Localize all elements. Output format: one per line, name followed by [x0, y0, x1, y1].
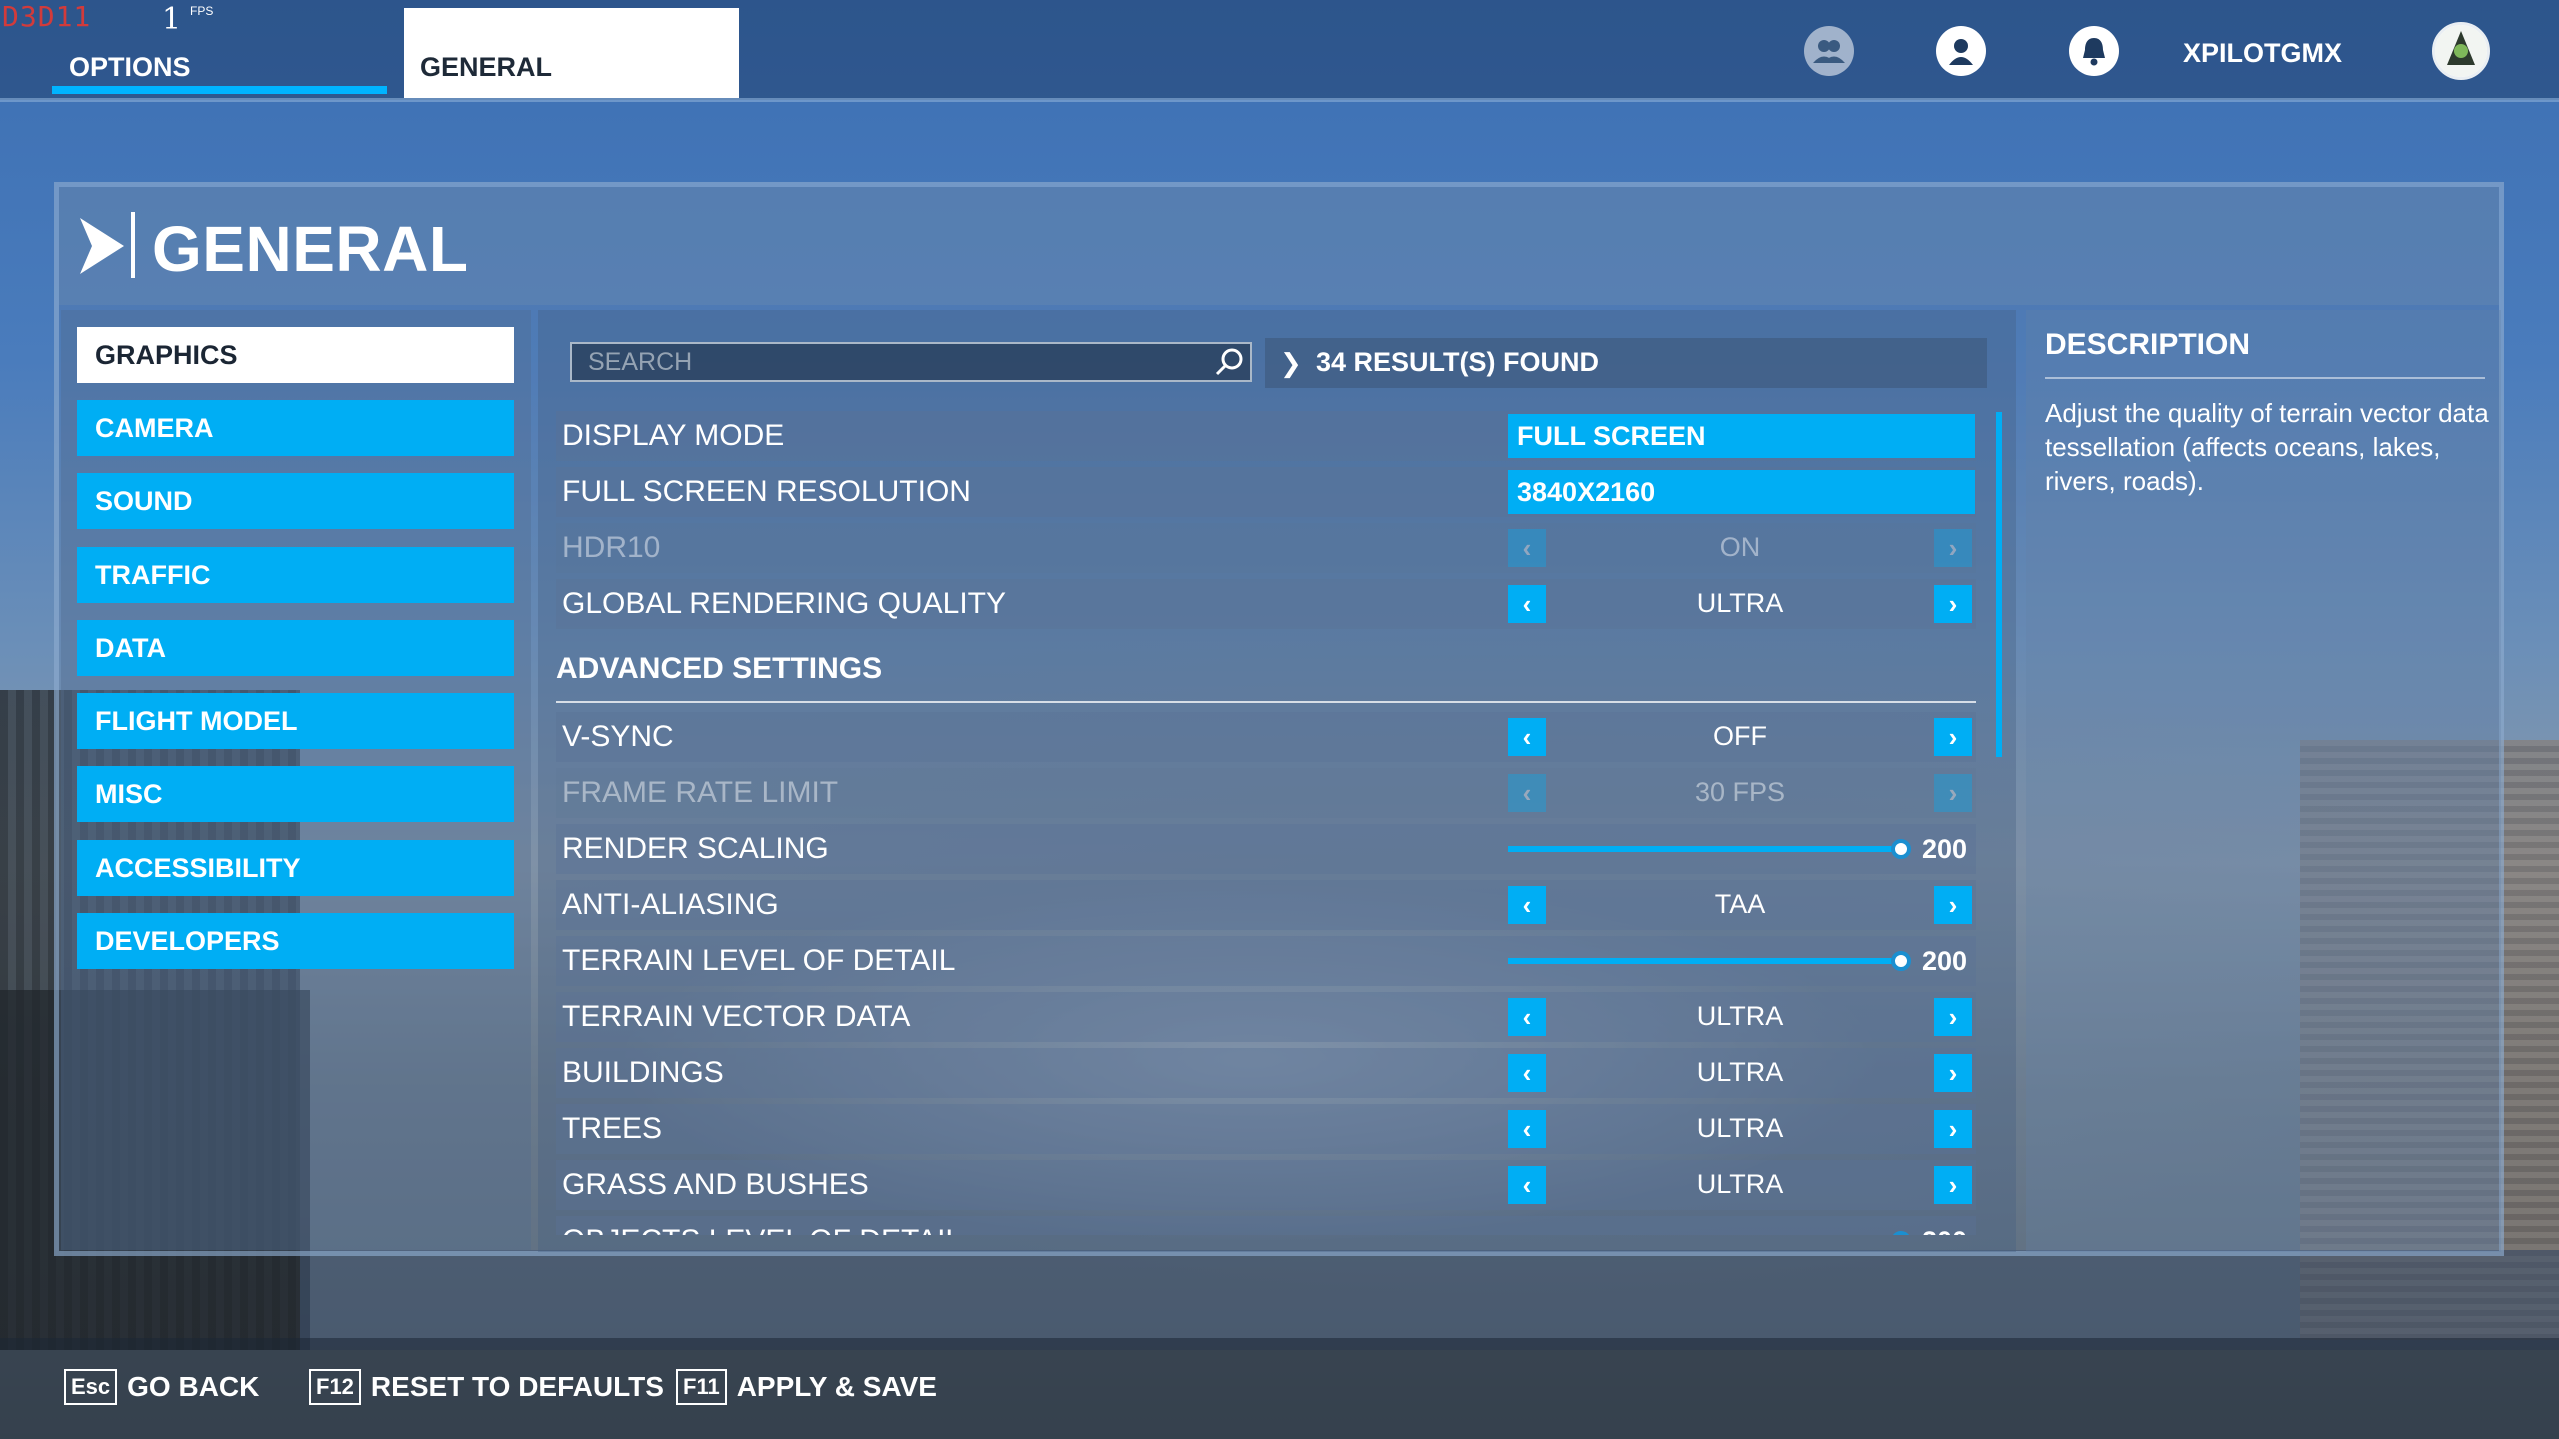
- section-title-advanced: ADVANCED SETTINGS: [556, 652, 883, 685]
- setting-label-frame-rate-limit: FRAME RATE LIMIT: [562, 776, 839, 809]
- setting-label-resolution: FULL SCREEN RESOLUTION: [562, 475, 971, 508]
- bell-icon: [2083, 38, 2105, 66]
- category-flight-model[interactable]: FLIGHT MODEL: [77, 693, 514, 749]
- anti-aliasing-value: TAA: [1714, 889, 1766, 919]
- setting-label-vsync: V-SYNC: [562, 720, 674, 753]
- settings-scroll-area[interactable]: DISPLAY MODE FULL SCREEN FULL SCREEN RES…: [538, 310, 2016, 1235]
- tab-options[interactable]: OPTIONS: [52, 10, 387, 96]
- setting-label-anti-aliasing: ANTI-ALIASING: [562, 888, 779, 921]
- frame-rate-value: 30 FPS: [1694, 777, 1786, 807]
- description-title: DESCRIPTION: [2045, 328, 2251, 361]
- top-bar-divider: [0, 98, 2559, 102]
- category-misc[interactable]: MISC: [77, 766, 514, 822]
- setting-label-objects-lod: OBJECTS LEVEL OF DETAIL: [562, 1224, 962, 1235]
- esc-key-icon: Esc: [64, 1369, 118, 1405]
- tab-options-underline: [52, 86, 387, 94]
- trees-value: ULTRA: [1696, 1113, 1784, 1143]
- category-data[interactable]: DATA: [77, 620, 514, 676]
- setting-label-terrain-lod: TERRAIN LEVEL OF DETAIL: [562, 944, 956, 977]
- terrain-lod-value: 200: [1922, 946, 1968, 976]
- username[interactable]: XPILOTGMX: [2183, 38, 2342, 69]
- display-mode-dropdown[interactable]: FULL SCREEN: [1508, 414, 1975, 458]
- buildings-prev-button[interactable]: ‹: [1508, 1054, 1546, 1092]
- section-divider: [556, 701, 1976, 703]
- category-accessibility[interactable]: ACCESSIBILITY: [77, 840, 514, 896]
- category-traffic[interactable]: TRAFFIC: [77, 547, 514, 603]
- category-sound[interactable]: SOUND: [77, 473, 514, 529]
- terrain-vector-prev-button[interactable]: ‹: [1508, 998, 1546, 1036]
- category-camera[interactable]: CAMERA: [77, 400, 514, 456]
- terrain-vector-next-button[interactable]: ›: [1934, 998, 1972, 1036]
- category-graphics[interactable]: GRAPHICS: [77, 327, 514, 383]
- avatar-image: [2435, 25, 2487, 77]
- terrain-vector-value: ULTRA: [1696, 1001, 1784, 1031]
- background-water: [300, 1250, 2559, 1350]
- terrain-lod-slider-handle[interactable]: [1891, 951, 1911, 971]
- vsync-prev-button[interactable]: ‹: [1508, 718, 1546, 756]
- render-scaling-value: 200: [1922, 834, 1968, 864]
- trees-prev-button[interactable]: ‹: [1508, 1110, 1546, 1148]
- terrain-lod-slider[interactable]: [1508, 958, 1898, 964]
- setting-label-trees: TREES: [562, 1112, 663, 1145]
- hdr10-next-button: ›: [1934, 529, 1972, 567]
- render-scaling-slider[interactable]: [1508, 846, 1898, 852]
- grass-value: ULTRA: [1696, 1169, 1784, 1199]
- description-text: Adjust the quality of terrain vector dat…: [2045, 398, 2489, 496]
- setting-label-render-scaling: RENDER SCALING: [562, 832, 829, 865]
- avatar[interactable]: [2432, 22, 2490, 80]
- reset-defaults-label: RESET TO DEFAULTS: [370, 1371, 664, 1402]
- buildings-next-button[interactable]: ›: [1934, 1054, 1972, 1092]
- setting-label-hdr10: HDR10: [562, 531, 661, 564]
- friends-icon[interactable]: [1804, 26, 1854, 76]
- tab-general[interactable]: GENERAL: [404, 8, 739, 98]
- header-divider: [131, 212, 135, 278]
- global-quality-next-button[interactable]: ›: [1934, 585, 1972, 623]
- resolution-dropdown[interactable]: 3840X2160: [1508, 470, 1975, 514]
- vsync-value: OFF: [1713, 721, 1767, 751]
- objects-lod-value: 200: [1922, 1226, 1967, 1235]
- profile-icon-glyph: [1949, 39, 1973, 65]
- setting-label-buildings: BUILDINGS: [562, 1056, 724, 1089]
- hdr10-value: ON: [1719, 532, 1761, 562]
- apply-save-label: APPLY & SAVE: [736, 1371, 937, 1402]
- apply-save-button[interactable]: F11 APPLY & SAVE: [676, 1369, 937, 1405]
- reset-defaults-button[interactable]: F12 RESET TO DEFAULTS: [309, 1369, 664, 1405]
- global-quality-prev-button[interactable]: ‹: [1508, 585, 1546, 623]
- grass-prev-button[interactable]: ‹: [1508, 1166, 1546, 1204]
- render-scaling-slider-handle[interactable]: [1891, 839, 1911, 859]
- setting-label-terrain-vector-data: TERRAIN VECTOR DATA: [562, 1000, 911, 1033]
- f11-key-icon: F11: [676, 1369, 727, 1405]
- settings-scroll-content: DISPLAY MODE FULL SCREEN FULL SCREEN RES…: [538, 310, 2016, 1235]
- anti-aliasing-prev-button[interactable]: ‹: [1508, 886, 1546, 924]
- setting-label-global-rendering-quality: GLOBAL RENDERING QUALITY: [562, 587, 1006, 620]
- settings-scrollbar[interactable]: [1996, 412, 2002, 757]
- tab-options-label: OPTIONS: [69, 52, 191, 82]
- f12-key-icon: F12: [309, 1369, 361, 1405]
- friends-icon-glyph: [1813, 40, 1845, 63]
- buildings-value: ULTRA: [1696, 1057, 1784, 1087]
- setting-label-grass-bushes: GRASS AND BUSHES: [562, 1168, 869, 1201]
- go-back-label: GO BACK: [127, 1371, 260, 1402]
- description-divider: [2045, 377, 2485, 379]
- grass-next-button[interactable]: ›: [1934, 1166, 1972, 1204]
- global-quality-value: ULTRA: [1696, 588, 1784, 618]
- page-title: GENERAL: [152, 213, 469, 285]
- frame-rate-next-button: ›: [1934, 774, 1972, 812]
- setting-label-display-mode: DISPLAY MODE: [562, 419, 785, 452]
- category-developers[interactable]: DEVELOPERS: [77, 913, 514, 969]
- profile-icon[interactable]: [1936, 26, 1986, 76]
- anti-aliasing-next-button[interactable]: ›: [1934, 886, 1972, 924]
- trees-next-button[interactable]: ›: [1934, 1110, 1972, 1148]
- hdr10-prev-button: ‹: [1508, 529, 1546, 567]
- vsync-next-button[interactable]: ›: [1934, 718, 1972, 756]
- frame-rate-prev-button: ‹: [1508, 774, 1546, 812]
- tab-general-label: GENERAL: [420, 52, 553, 82]
- chevron-right-icon: [80, 218, 124, 274]
- notifications-icon[interactable]: [2069, 26, 2119, 76]
- go-back-button[interactable]: Esc GO BACK: [64, 1369, 259, 1405]
